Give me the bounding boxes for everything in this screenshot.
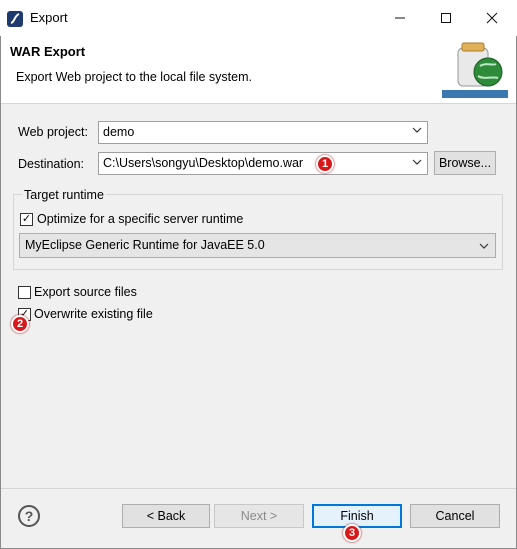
web-project-combo[interactable]: demo — [98, 121, 428, 144]
back-button[interactable]: < Back — [122, 504, 210, 528]
optimize-label[interactable]: Optimize for a specific server runtime — [37, 212, 243, 226]
war-jar-globe-icon — [440, 40, 510, 100]
export-source-checkbox[interactable] — [18, 286, 31, 299]
chevron-down-icon[interactable] — [412, 124, 422, 138]
chevron-down-icon[interactable] — [479, 240, 489, 254]
chevron-down-icon[interactable] — [412, 156, 422, 170]
annotation-badge-3: 3 — [343, 524, 361, 542]
target-runtime-label: Target runtime — [22, 188, 106, 202]
maximize-button[interactable] — [423, 0, 469, 36]
maximize-icon — [441, 13, 451, 23]
close-button[interactable] — [469, 0, 515, 36]
runtime-value: MyEclipse Generic Runtime for JavaEE 5.0 — [25, 238, 265, 252]
browse-button[interactable]: Browse... — [434, 151, 496, 175]
myeclipse-logo-icon — [6, 10, 24, 28]
wizard-title: WAR Export — [10, 44, 86, 59]
annotation-badge-2: 2 — [11, 315, 29, 333]
help-icon[interactable]: ? — [18, 505, 40, 527]
web-project-value: demo — [103, 125, 135, 139]
separator — [1, 488, 516, 489]
destination-combo[interactable]: C:\Users\songyu\Desktop\demo.war — [98, 152, 428, 175]
destination-value: C:\Users\songyu\Desktop\demo.war — [103, 156, 304, 170]
minimize-icon — [395, 17, 405, 19]
optimize-checkbox[interactable]: ✓ — [20, 213, 33, 226]
cancel-button[interactable]: Cancel — [410, 504, 500, 528]
destination-label: Destination: — [18, 157, 85, 171]
next-button[interactable]: Next > — [214, 504, 304, 528]
export-source-label[interactable]: Export source files — [34, 285, 137, 299]
web-project-label: Web project: — [18, 125, 88, 139]
wizard-description: Export Web project to the local file sys… — [16, 70, 252, 84]
finish-button[interactable]: Finish — [312, 504, 402, 528]
target-runtime-group — [13, 194, 503, 270]
overwrite-label[interactable]: Overwrite existing file — [34, 307, 153, 321]
minimize-button[interactable] — [377, 0, 423, 36]
close-icon — [486, 12, 498, 24]
window-title: Export — [30, 10, 68, 25]
annotation-badge-1: 1 — [316, 155, 334, 173]
